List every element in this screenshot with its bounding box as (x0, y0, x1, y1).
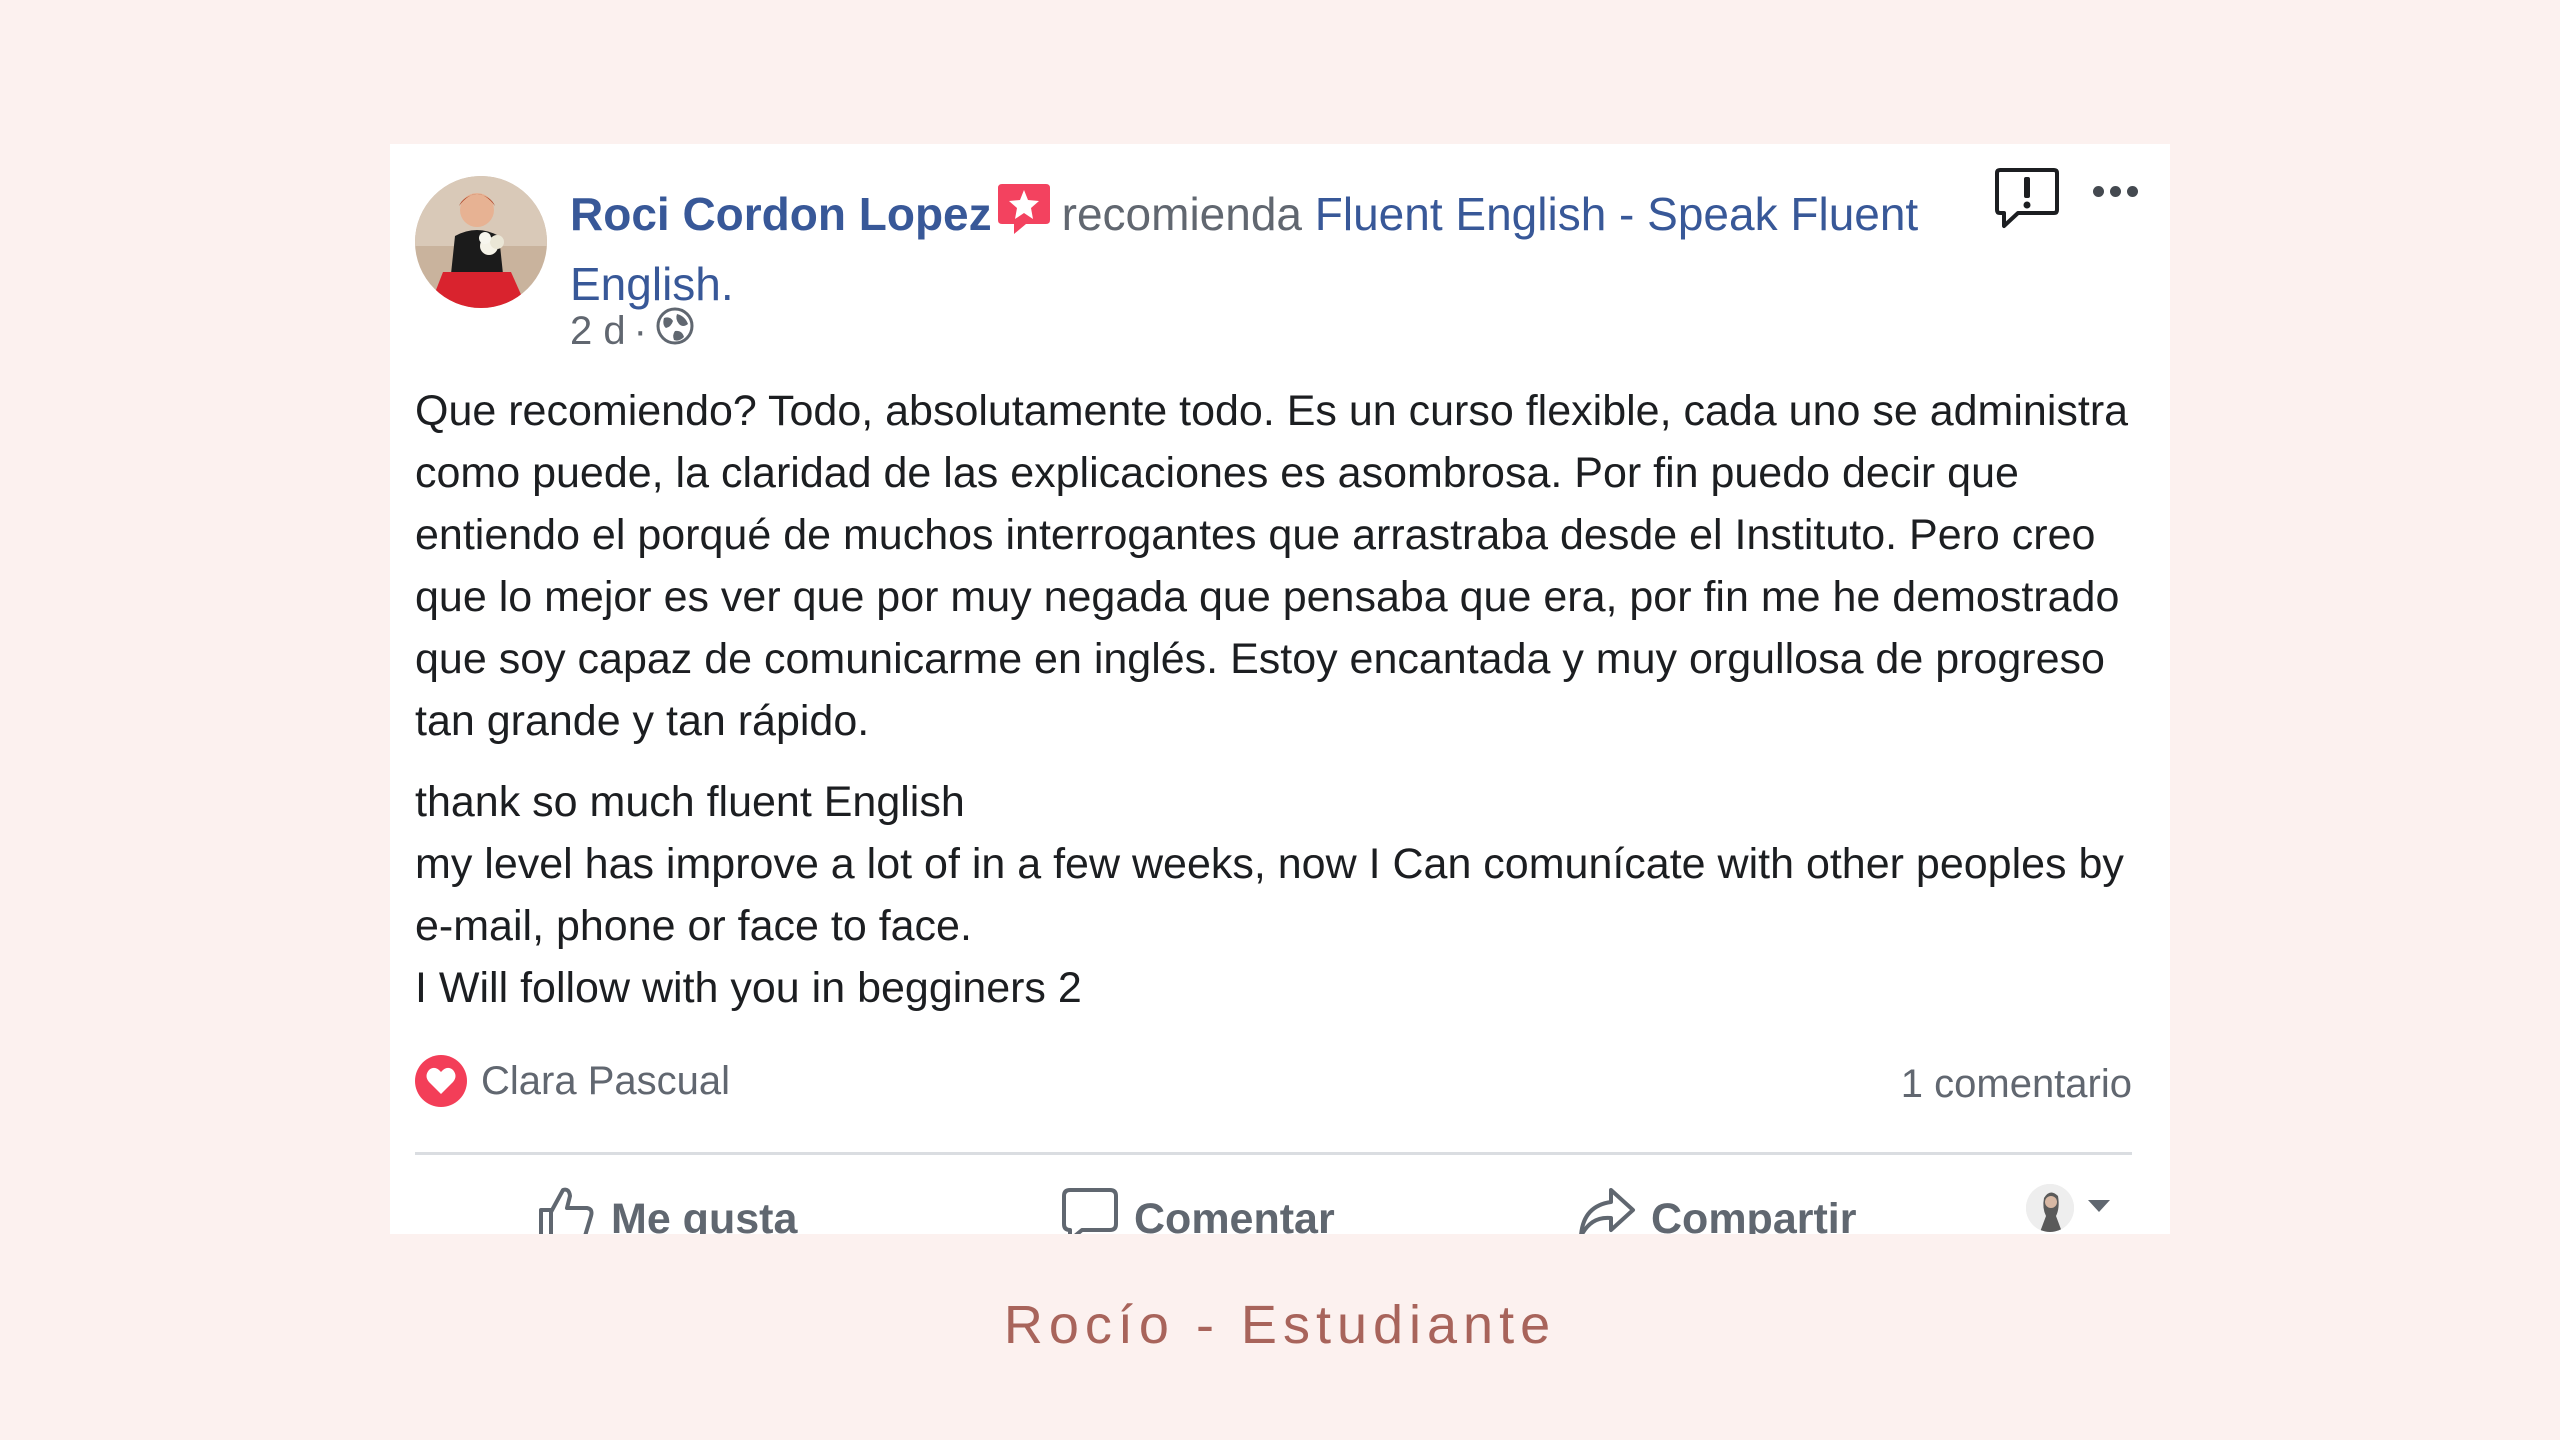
reactions-summary[interactable]: Clara Pascual (415, 1055, 730, 1107)
post-line: my level has improve a lot of in a few w… (415, 840, 2124, 950)
post-header: Roci Cordon Lopez recomienda Fluent Engli… (570, 180, 2010, 316)
like-label: Me gusta (611, 1195, 798, 1234)
actions-divider (415, 1152, 2132, 1155)
comment-label: Comentar (1134, 1195, 1335, 1234)
share-button[interactable]: Compartir (1575, 1184, 1856, 1234)
post-meta: 2 d · (570, 306, 695, 356)
reaction-user-name[interactable]: Clara Pascual (481, 1059, 730, 1104)
report-icon[interactable] (1994, 166, 2060, 237)
thumbs-up-icon (535, 1184, 597, 1234)
post-actions-bar: Me gusta Comentar Compartir (415, 1184, 2132, 1234)
facebook-post-card: Roci Cordon Lopez recomienda Fluent Engli… (390, 144, 2170, 1234)
author-name-link[interactable]: Roci Cordon Lopez (570, 188, 992, 240)
testimonial-caption: Rocío - Estudiante (1003, 1295, 1557, 1355)
post-timestamp[interactable]: 2 d (570, 309, 626, 354)
share-arrow-icon (1575, 1184, 1637, 1234)
more-options-icon[interactable] (2093, 186, 2138, 197)
dropdown-caret-icon (2086, 1198, 2112, 1219)
recommends-text: recomienda (1061, 188, 1302, 240)
comment-count-link[interactable]: 1 comentario (1901, 1062, 2132, 1107)
recommendation-star-icon (996, 180, 1052, 252)
comment-bubble-icon (1060, 1184, 1120, 1234)
heart-reaction-icon (415, 1055, 467, 1107)
interact-as-selector[interactable] (2026, 1184, 2112, 1232)
post-line: I Will follow with you in begginers 2 (415, 964, 1082, 1012)
globe-icon[interactable] (655, 306, 695, 356)
profile-avatar-small (2026, 1184, 2074, 1232)
post-body: Que recomiendo? Todo, absolutamente todo… (415, 380, 2135, 1019)
author-avatar[interactable] (415, 176, 547, 308)
post-line: thank so much fluent English (415, 778, 965, 826)
author-photo (415, 176, 547, 308)
post-paragraph-spanish: Que recomiendo? Todo, absolutamente todo… (415, 387, 2129, 745)
comment-button[interactable]: Comentar (1060, 1184, 1335, 1234)
meta-separator: · (633, 308, 647, 353)
like-button[interactable]: Me gusta (535, 1184, 797, 1234)
share-label: Compartir (1651, 1195, 1857, 1234)
